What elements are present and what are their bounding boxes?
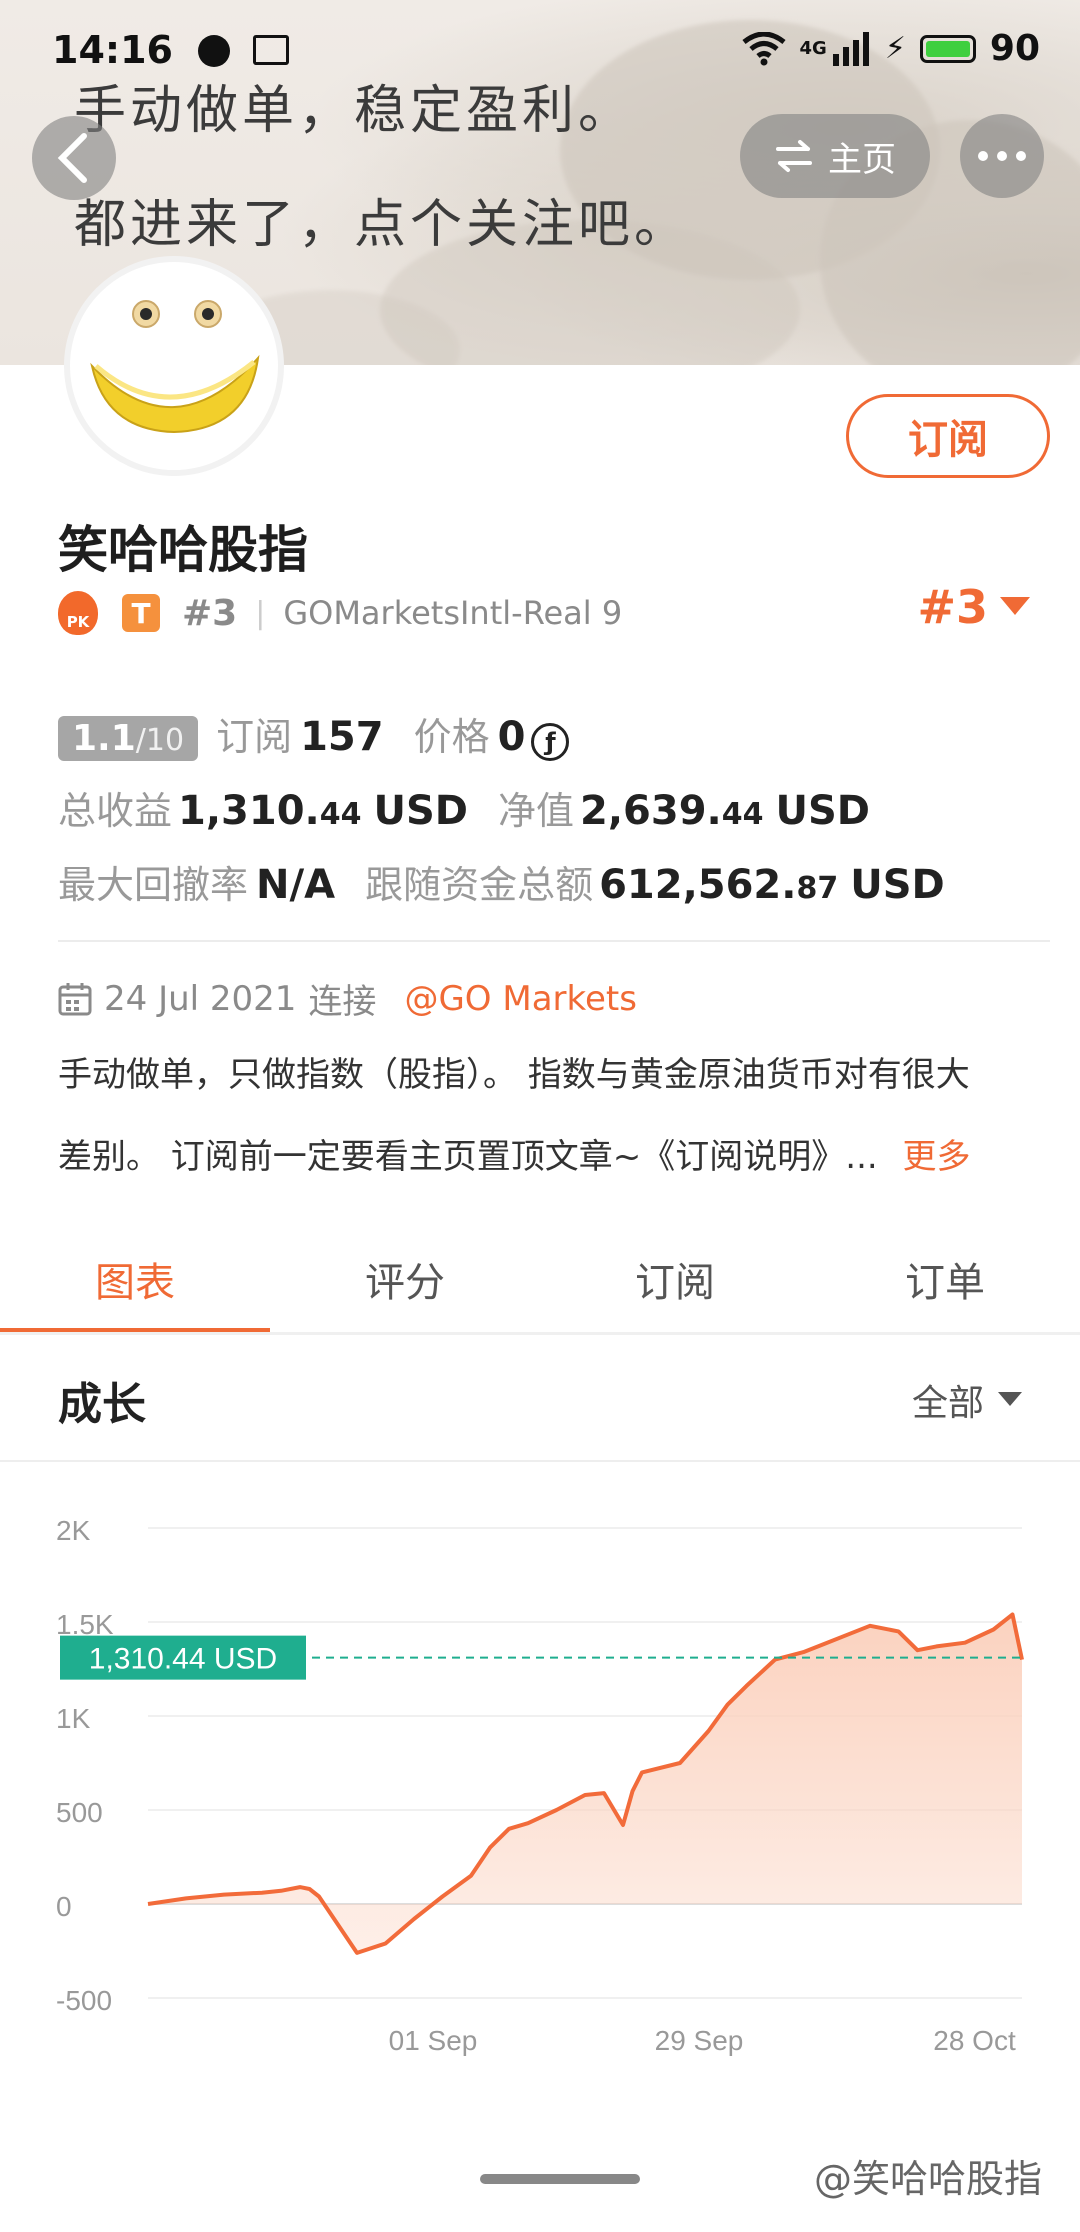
net-value-int: 2,639. (580, 788, 722, 834)
net-value-unit: USD (775, 788, 870, 834)
tab-rating[interactable]: 评分 (270, 1226, 540, 1332)
avatar[interactable] (64, 256, 284, 476)
stats-line-3: 最大回撤率 N/A 跟随资金总额 612,562. 87 USD (58, 854, 945, 909)
price-label: 价格 (413, 715, 490, 759)
rank-row: PK T #3 | GOMarketsIntl-Real 9 (58, 586, 622, 640)
drawdown-value: N/A (256, 862, 336, 908)
back-button[interactable] (32, 116, 116, 200)
rank-small: #3 (182, 592, 238, 634)
subscribe-count: 157 (300, 714, 384, 760)
battery-icon (919, 34, 976, 63)
subscribe-count-label: 订阅 (216, 715, 293, 759)
pk-flame-icon[interactable]: PK (58, 591, 98, 635)
section-title: 成长 (58, 1379, 146, 1430)
tabs-border (0, 1332, 1080, 1335)
status-time: 14:16 (52, 28, 290, 72)
notification-dot-icon (198, 35, 231, 67)
follow-funds-unit: USD (850, 862, 945, 908)
more-button[interactable] (960, 114, 1044, 198)
status-indicators: 4G ⚡ 90 (741, 28, 1040, 69)
stats-line-2: 总收益 1,310. 44 USD 净值 2,639. 44 USD (58, 780, 870, 835)
x-tick-label: 29 Sep (655, 2025, 744, 2056)
y-tick-label: 1.5K (56, 1609, 114, 1640)
coin-icon: ƒ (531, 723, 570, 761)
rank-separator: | (255, 595, 266, 631)
total-profit-int: 1,310. (178, 788, 320, 834)
banner-text-line-2: 都进来了，点个关注吧。 (74, 195, 691, 255)
divider (58, 940, 1050, 942)
home-button[interactable]: 主页 (740, 114, 930, 198)
home-indicator[interactable] (480, 2174, 640, 2184)
y-tick-label: 500 (56, 1797, 103, 1828)
rank-dropdown[interactable]: #3 (917, 580, 1030, 634)
price-value: 0 (497, 714, 526, 760)
reference-label: 1,310.44 USD (89, 1643, 277, 1676)
follow-funds-int: 612,562. (599, 862, 797, 908)
tab-subscription[interactable]: 订阅 (540, 1226, 810, 1332)
broker-link[interactable]: @GO Markets (404, 979, 637, 1019)
battery-level: 90 (989, 28, 1040, 69)
tab-chart[interactable]: 图表 (0, 1226, 270, 1334)
score-badge: 1.1/10 (58, 716, 199, 761)
subscribe-button[interactable]: 订阅 (846, 394, 1050, 478)
total-profit-label: 总收益 (58, 789, 173, 833)
x-tick-label: 28 Oct (933, 2025, 1016, 2056)
tab-bar: 图表 评分 订阅 订单 (0, 1226, 1080, 1334)
connection-row: 24 Jul 2021 连接 @GO Markets (58, 974, 637, 1023)
wifi-icon (741, 31, 786, 65)
profile-name: 笑哈哈股指 (58, 521, 308, 579)
chevron-left-icon (57, 133, 87, 183)
smiley-banana-icon (90, 300, 260, 434)
broker-account: GOMarketsIntl-Real 9 (283, 594, 623, 632)
x-tick-label: 01 Sep (389, 2025, 478, 2056)
gallery-icon (253, 35, 290, 65)
more-link[interactable]: 更多 (903, 1137, 971, 1177)
more-dots-icon (978, 151, 1026, 161)
charging-icon: ⚡ (884, 31, 906, 66)
y-tick-label: 2K (56, 1515, 91, 1546)
range-filter[interactable]: 全部 (912, 1374, 1022, 1426)
follow-funds-label: 跟随资金总额 (365, 863, 594, 907)
network-label: 4G (799, 38, 827, 59)
calendar-icon (58, 982, 92, 1015)
signal-icon (832, 31, 869, 66)
description-line-1: 手动做单，只做指数（股指）。 指数与黄金原油货币对有很大 (58, 1055, 970, 1095)
drawdown-label: 最大回撤率 (58, 863, 249, 907)
filter-label: 全部 (911, 1383, 984, 1424)
trader-badge: T (122, 594, 160, 632)
banner-text-line-1: 手动做单，稳定盈利。 (74, 81, 635, 141)
net-value-dec: 44 (721, 797, 764, 832)
caret-down-icon (1000, 597, 1030, 615)
pk-badge-label: PK (66, 613, 90, 631)
y-tick-label: -500 (56, 1985, 112, 2016)
description-line-2: 差别。 订阅前一定要看主页置顶文章~《订阅说明》... 更多 (58, 1137, 971, 1177)
y-tick-label: 1K (56, 1703, 91, 1734)
total-profit-unit: USD (373, 788, 468, 834)
y-tick-label: 0 (56, 1891, 72, 1922)
net-value-label: 净值 (497, 789, 574, 833)
total-profit-dec: 44 (319, 797, 362, 832)
caret-down-icon (998, 1392, 1022, 1406)
growth-chart: 2K 1.5K 1K 500 0 -500 01 Sep 29 Sep 28 Oct 1,310.… (56, 1515, 1024, 2056)
swap-icon (776, 140, 812, 172)
stats-line-1: 1.1/10 订阅 157 价格 0 ƒ (58, 706, 570, 761)
follow-funds-dec: 87 (796, 871, 839, 906)
connect-date: 24 Jul 2021 (104, 978, 297, 1019)
connect-label: 连接 (308, 982, 377, 1022)
home-label: 主页 (828, 139, 896, 180)
tab-orders[interactable]: 订单 (810, 1226, 1080, 1332)
rank-big: #3 (917, 580, 988, 634)
watermark: @笑哈哈股指 (813, 2157, 1042, 2201)
